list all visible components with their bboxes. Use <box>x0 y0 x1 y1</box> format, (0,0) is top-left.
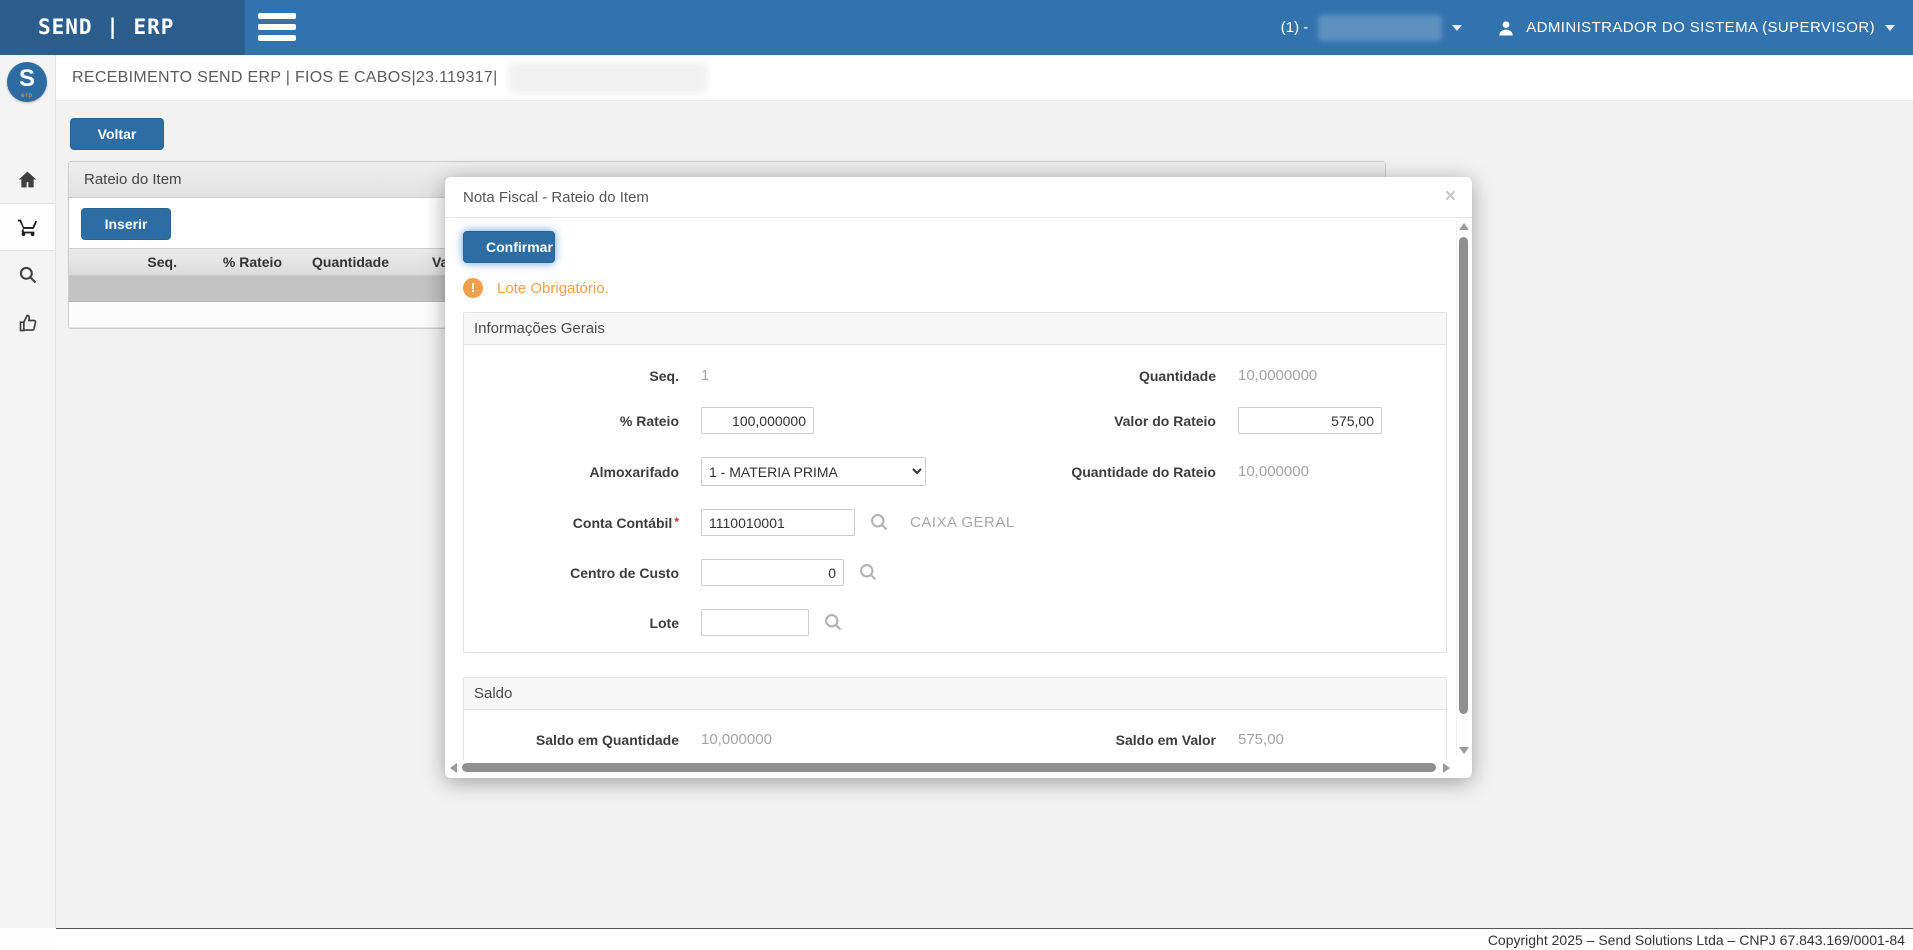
saldo-quantidade-value: 10,000000 <box>701 731 772 748</box>
modal-title: Nota Fiscal - Rateio do Item <box>445 177 1472 218</box>
scroll-right-icon[interactable] <box>1443 763 1450 773</box>
saldo-valor-label: Saldo em Valor <box>1115 731 1216 748</box>
chevron-down-icon <box>1452 24 1463 31</box>
user-icon <box>1496 18 1516 38</box>
company-selector[interactable]: (1) - <box>1280 14 1463 41</box>
conta-contabil-search-icon[interactable] <box>869 512 890 533</box>
scroll-up-icon[interactable] <box>1459 223 1469 230</box>
cart-icon <box>17 216 39 238</box>
user-menu[interactable]: ADMINISTRADOR DO SISTEMA (SUPERVISOR) <box>1496 18 1895 38</box>
app-logo[interactable]: S erp <box>7 62 47 102</box>
footer: Copyright 2025 – Send Solutions Ltda – C… <box>56 928 1913 950</box>
column-header-rateio: % Rateio <box>222 254 282 270</box>
company-prefix: (1) - <box>1280 19 1309 36</box>
quantidade-value: 10,0000000 <box>1238 367 1318 384</box>
valor-rateio-input[interactable] <box>1238 407 1382 434</box>
confirm-button[interactable]: Confirmar <box>463 231 555 263</box>
insert-button[interactable]: Inserir <box>81 208 171 240</box>
redacted-company-name <box>1318 14 1443 41</box>
vertical-scrollbar-thumb[interactable] <box>1459 237 1468 714</box>
sidebar-item-search[interactable] <box>0 251 55 299</box>
menu-icon[interactable] <box>258 13 298 43</box>
lote-label: Lote <box>649 614 679 631</box>
sidebar-item-purchases[interactable] <box>0 203 55 251</box>
section-title: Informações Gerais <box>464 313 1446 345</box>
copyright-text: Copyright 2025 – Send Solutions Ltda – C… <box>1487 932 1905 948</box>
column-header-seq: Seq. <box>147 254 177 270</box>
quantidade-rateio-label: Quantidade do Rateio <box>1071 463 1216 480</box>
top-header: SEND | ERP (1) - ADMINISTRADOR DO SISTEM… <box>0 0 1913 55</box>
user-name: ADMINISTRADOR DO SISTEMA (SUPERVISOR) <box>1526 19 1875 36</box>
warning-text: Lote Obrigatório. <box>497 279 609 297</box>
centro-custo-label: Centro de Custo <box>570 564 679 581</box>
conta-contabil-label: Conta Contábil * <box>572 514 679 531</box>
section-saldo: Saldo Saldo em Quantidade 10,000000 Sald… <box>463 677 1447 760</box>
horizontal-scrollbar[interactable] <box>450 761 1450 774</box>
app-brand: SEND | ERP <box>0 0 245 55</box>
sidebar: S erp <box>0 55 56 928</box>
almoxarifado-select[interactable]: 1 - MATERIA PRIMA <box>701 457 926 486</box>
lote-input[interactable] <box>701 609 809 636</box>
breadcrumb-text: RECEBIMENTO SEND ERP | FIOS E CABOS|23.1… <box>72 68 498 86</box>
search-icon <box>18 265 38 285</box>
thumbs-up-icon <box>18 313 38 333</box>
vertical-scrollbar[interactable] <box>1456 221 1469 756</box>
scroll-left-icon[interactable] <box>450 763 457 773</box>
breadcrumb: RECEBIMENTO SEND ERP | FIOS E CABOS|23.1… <box>0 55 1913 101</box>
close-icon[interactable]: × <box>1445 187 1456 206</box>
conta-contabil-description: CAIXA GERAL <box>910 514 1015 531</box>
home-icon <box>17 169 38 190</box>
rateio-item-modal: Nota Fiscal - Rateio do Item × Confirmar… <box>445 177 1472 778</box>
column-header-quantidade: Quantidade <box>312 254 390 270</box>
almoxarifado-label: Almoxarifado <box>589 463 679 480</box>
rateio-pct-input[interactable] <box>701 407 814 434</box>
section-informacoes-gerais: Informações Gerais Seq. 1 Quantidade 10,… <box>463 312 1447 653</box>
redacted-breadcrumb-segment <box>507 62 708 93</box>
valor-rateio-label: Valor do Rateio <box>1114 412 1216 429</box>
horizontal-scrollbar-thumb[interactable] <box>462 763 1436 772</box>
seq-value: 1 <box>701 367 710 384</box>
section-title: Saldo <box>464 678 1446 710</box>
centro-custo-search-icon[interactable] <box>858 562 879 583</box>
quantidade-rateio-value: 10,000000 <box>1238 463 1309 480</box>
conta-contabil-input[interactable] <box>701 509 855 536</box>
lote-search-icon[interactable] <box>823 612 844 633</box>
seq-label: Seq. <box>649 367 679 384</box>
centro-custo-input[interactable] <box>701 559 844 586</box>
sidebar-item-approvals[interactable] <box>0 299 55 347</box>
saldo-quantidade-label: Saldo em Quantidade <box>535 731 679 748</box>
scroll-down-icon[interactable] <box>1459 747 1469 754</box>
rateio-pct-label: % Rateio <box>619 412 679 429</box>
warning-icon: ! <box>463 278 483 298</box>
sidebar-item-home[interactable] <box>0 155 55 203</box>
back-button[interactable]: Voltar <box>70 118 164 150</box>
quantidade-label: Quantidade <box>1138 367 1216 384</box>
validation-message: ! Lote Obrigatório. <box>463 278 1447 298</box>
saldo-valor-value: 575,00 <box>1238 731 1284 748</box>
chevron-down-icon <box>1885 24 1895 31</box>
